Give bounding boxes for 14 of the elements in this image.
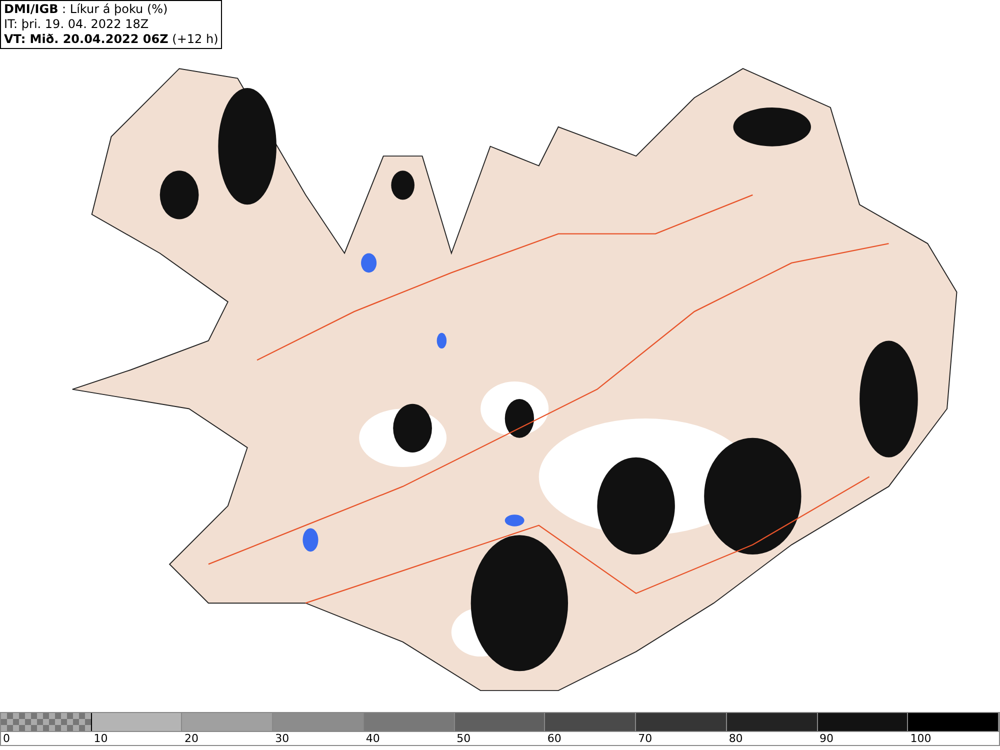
scale-label: 50 — [454, 731, 546, 746]
scale-label: 100 — [908, 731, 999, 746]
info-text: IT: þri. 19. 04. 2022 18Z — [4, 17, 150, 32]
scale-label: 10 — [92, 731, 182, 746]
scale-label: 80 — [726, 731, 818, 746]
scale-label: 20 — [182, 731, 274, 746]
scale-label: 70 — [636, 731, 727, 746]
scale-label: 90 — [818, 731, 908, 746]
info-text: DMI/IGB : Líkur á þoku (%) — [4, 2, 169, 17]
scale-label: 60 — [545, 731, 636, 746]
scale-label: 30 — [273, 731, 364, 746]
scale-label: 40 — [364, 731, 455, 746]
scale-label: 0 — [1, 731, 92, 746]
info-text: VT: Mið. 20.04.2022 06Z (+12 h) — [4, 32, 218, 47]
